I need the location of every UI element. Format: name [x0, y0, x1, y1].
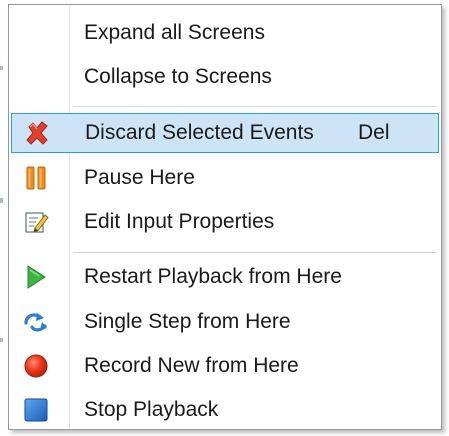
menu-item-edit-input-properties[interactable]: Edit Input Properties [11, 202, 439, 242]
red-x-icon [24, 120, 50, 146]
step-arrow-icon [23, 309, 49, 335]
menu-item-label: Record New from Here [84, 354, 299, 377]
background-app-edge [0, 198, 3, 203]
background-app-edge [0, 66, 3, 70]
stop-icon [23, 397, 49, 423]
menu-item-label: Single Step from Here [84, 310, 291, 333]
menu-item-label: Pause Here [84, 166, 195, 189]
menu-item-stop-playback[interactable]: Stop Playback [11, 390, 439, 430]
menu-item-label: Expand all Screens [84, 21, 265, 44]
menu-separator [73, 252, 437, 254]
edit-document-icon [23, 209, 49, 235]
context-menu: Expand all Screens Collapse to Screens D… [8, 4, 442, 430]
play-icon [23, 264, 49, 290]
shortcut-key: Del [358, 121, 390, 144]
menu-item-label: Stop Playback [84, 398, 219, 421]
menu-item-collapse-to-screens[interactable]: Collapse to Screens [11, 57, 439, 97]
menu-item-single-step[interactable]: Single Step from Here [11, 302, 439, 342]
pause-icon [23, 165, 49, 191]
background-app-edge [0, 338, 3, 342]
menu-item-pause-here[interactable]: Pause Here [11, 158, 439, 198]
menu-item-label: Discard Selected Events [85, 121, 314, 144]
menu-item-expand-all-screens[interactable]: Expand all Screens [11, 13, 439, 53]
menu-separator [73, 106, 437, 108]
record-icon [23, 353, 49, 379]
menu-item-label: Edit Input Properties [84, 210, 275, 233]
menu-item-record-new[interactable]: Record New from Here [11, 346, 439, 386]
screen: Expand all Screens Collapse to Screens D… [0, 0, 449, 436]
menu-item-discard-selected-events[interactable]: Discard Selected Events Del [11, 113, 439, 153]
menu-item-label: Restart Playback from Here [84, 265, 342, 288]
menu-item-restart-playback[interactable]: Restart Playback from Here [11, 257, 439, 297]
menu-item-label: Collapse to Screens [84, 65, 272, 88]
